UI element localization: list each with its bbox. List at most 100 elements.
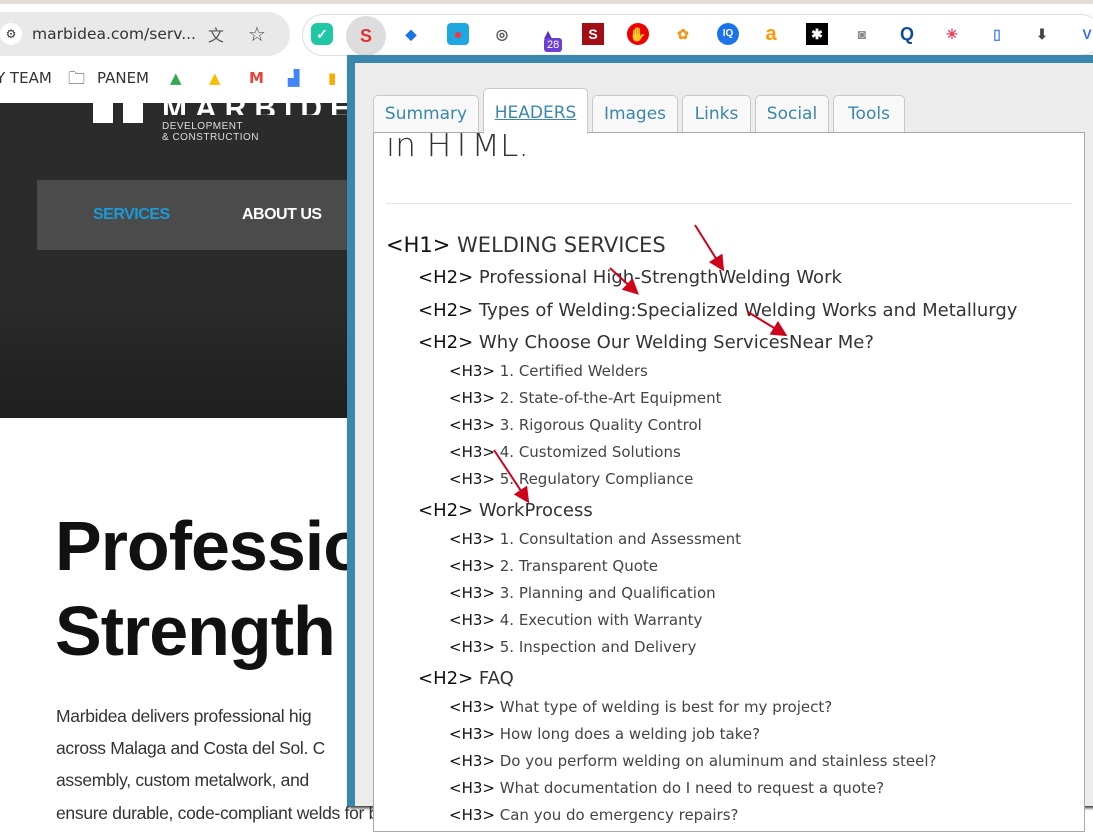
header-item-h3[interactable]: <H3> Can you do emergency repairs? [449, 806, 739, 824]
nav-about-us[interactable]: ABOUT US [242, 206, 322, 224]
header-tag: <H3> [449, 778, 495, 797]
tab-images[interactable]: Images [592, 95, 678, 133]
tab-social[interactable]: Social [755, 95, 829, 133]
header-item-h2[interactable]: <H2> Professional High-StrengthWelding W… [418, 267, 842, 288]
translate-icon[interactable]: 文 [208, 22, 224, 46]
headers-panel[interactable]: in HTML. <H1> WELDING SERVICES <H2> Profe… [373, 132, 1085, 832]
bookmark-team[interactable]: Y TEAM [0, 69, 52, 87]
seo-extension-icon[interactable]: S [346, 16, 386, 56]
header-item-h3[interactable]: <H3> 2. State-of-the-Art Equipment [449, 389, 721, 407]
bookmark-star-icon[interactable]: ☆ [248, 22, 266, 47]
location-extension-icon[interactable]: ◎ [491, 23, 513, 45]
extension-badge: 28 [544, 38, 563, 52]
nav-services[interactable]: SERVICES [93, 206, 170, 224]
header-text: Types of Welding:Specialized Welding Wor… [478, 299, 1018, 321]
logo-subtitle: DEVELOPMENT & CONSTRUCTION [162, 121, 259, 143]
analytics-icon[interactable]: ▮ [328, 69, 336, 87]
url-text[interactable]: marbidea.com/serv... [32, 25, 196, 43]
header-item-h2[interactable]: <H2> Types of Welding:Specialized Weldin… [418, 300, 1017, 321]
check-extension-icon[interactable]: ✓ [311, 23, 333, 45]
browser-toolbar: ⚙ marbidea.com/serv... 文 ☆ ✓ S ◆ ● ◎ ▲ 2… [0, 4, 1093, 60]
header-text: 5. Inspection and Delivery [499, 637, 697, 656]
header-item-h3[interactable]: <H3> 4. Execution with Warranty [449, 611, 702, 629]
paragraph-line: assembly, custom metalwork, and [56, 770, 309, 790]
header-item-h3[interactable]: <H3> How long does a welding job take? [449, 725, 760, 743]
header-tag: <H3> [449, 805, 495, 824]
search-extension-icon[interactable]: Q [896, 23, 918, 45]
intro-text: in HTML. [386, 132, 529, 164]
google-drive-icon[interactable]: ▲ [170, 69, 182, 87]
header-item-h3[interactable]: <H3> 5. Inspection and Delivery [449, 638, 696, 656]
header-tag: <H3> [449, 556, 495, 575]
header-tag: <H3> [449, 637, 495, 656]
header-text: 2. Transparent Quote [499, 556, 659, 575]
header-tag: <H3> [449, 529, 495, 548]
header-item-h2[interactable]: <H2> WorkProcess [418, 500, 593, 521]
header-item-h1[interactable]: <H1> WELDING SERVICES [386, 233, 666, 257]
header-tag: <H3> [449, 442, 495, 461]
header-tag: <H2> [418, 267, 474, 288]
header-item-h3[interactable]: <H3> What documentation do I need to req… [449, 779, 884, 797]
a-extension-icon[interactable]: a [760, 23, 782, 45]
header-item-h3[interactable]: <H3> 3. Rigorous Quality Control [449, 416, 702, 434]
header-text: How long does a welding job take? [499, 724, 761, 743]
header-tag: <H3> [449, 388, 495, 407]
bookmark-panem[interactable]: PANEM [97, 69, 149, 87]
header-tag: <H3> [449, 610, 495, 629]
header-text: 3. Planning and Qualification [499, 583, 716, 602]
tab-links[interactable]: Links [682, 95, 751, 133]
tab-tools[interactable]: Tools [833, 95, 905, 133]
mobile-extension-icon[interactable]: ▯ [986, 23, 1008, 45]
s-extension-icon[interactable]: S [582, 23, 604, 45]
header-tag: <H1> [386, 233, 451, 257]
logo-sub-line1: DEVELOPMENT [162, 121, 244, 132]
popup-body: Summary HEADERS Images Links Social Tool… [355, 63, 1093, 832]
leaf-extension-icon[interactable]: ✿ [672, 23, 694, 45]
header-text: 4. Customized Solutions [499, 442, 681, 461]
header-text: Can you do emergency repairs? [499, 805, 739, 824]
hero-image [0, 293, 350, 418]
download-icon[interactable]: ⬇ [1031, 23, 1053, 45]
spider-extension-icon[interactable]: ✳ [941, 23, 963, 45]
header-text: 1. Consultation and Assessment [499, 529, 742, 548]
header-tag: <H3> [449, 697, 495, 716]
paragraph-line: Marbidea delivers professional hig [56, 706, 312, 726]
tag-extension-icon[interactable]: ◆ [400, 23, 422, 45]
header-text: 2. State-of-the-Art Equipment [499, 388, 722, 407]
header-text: 4. Execution with Warranty [499, 610, 703, 629]
header-item-h3[interactable]: <H3> 4. Customized Solutions [449, 443, 681, 461]
iq-extension-icon[interactable]: IQ [717, 23, 739, 45]
header-text: Why Choose Our Welding ServicesNear Me? [478, 332, 874, 353]
v-extension-icon[interactable]: V [1076, 23, 1093, 45]
header-item-h3[interactable]: <H3> 1. Certified Welders [449, 362, 648, 380]
dark-extension-icon[interactable]: ✱ [806, 23, 828, 45]
header-text: 1. Certified Welders [499, 361, 648, 380]
site-nav: SERVICES ABOUT US [37, 180, 350, 250]
header-item-h3[interactable]: <H3> 5. Regulatory Compliance [449, 470, 693, 488]
header-item-h3[interactable]: <H3> What type of welding is best for my… [449, 698, 832, 716]
header-item-h3[interactable]: <H3> 3. Planning and Qualification [449, 584, 716, 602]
site-settings-icon[interactable]: ⚙ [0, 23, 22, 45]
camera-extension-icon[interactable]: ◙ [851, 23, 873, 45]
header-tag: <H3> [449, 751, 495, 770]
header-item-h2[interactable]: <H2> Why Choose Our Welding ServicesNear… [418, 332, 874, 353]
tab-summary[interactable]: Summary [373, 95, 479, 133]
header-item-h3[interactable]: <H3> 1. Consultation and Assessment [449, 530, 741, 548]
divider [386, 203, 1072, 204]
looker-icon[interactable]: ▟ [288, 69, 300, 87]
header-item-h3[interactable]: <H3> 2. Transparent Quote [449, 557, 658, 575]
header-item-h2[interactable]: <H2> FAQ [418, 668, 514, 689]
address-bar[interactable]: ⚙ marbidea.com/serv... 文 ☆ [0, 12, 290, 56]
seo-extension-popup: Summary HEADERS Images Links Social Tool… [347, 55, 1093, 832]
gmail-icon[interactable]: M [249, 69, 264, 87]
header-item-h3[interactable]: <H3> Do you perform welding on aluminum … [449, 752, 937, 770]
logo-sub-line2: & CONSTRUCTION [162, 132, 259, 143]
adblock-icon[interactable]: ✋ [627, 23, 649, 45]
google-drive-icon-2[interactable]: ▲ [209, 69, 221, 87]
header-tag: <H2> [418, 668, 474, 689]
header-tag: <H3> [449, 583, 495, 602]
record-extension-icon[interactable]: ● [447, 23, 469, 45]
header-tag: <H3> [449, 469, 495, 488]
tab-headers[interactable]: HEADERS [483, 88, 588, 134]
header-tag: <H2> [418, 299, 474, 321]
